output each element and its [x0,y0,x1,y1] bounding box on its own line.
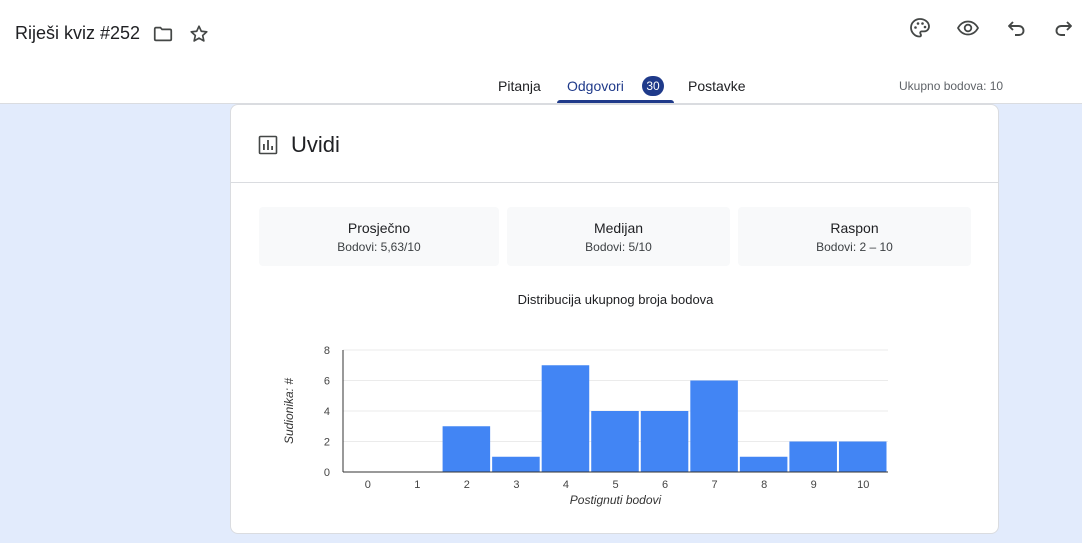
eye-icon[interactable] [955,15,981,41]
stat-label: Raspon [830,220,879,236]
bar-chart-icon [258,135,278,160]
tab-questions[interactable]: Pitanja [498,78,541,94]
x-tick-label: 2 [464,479,470,491]
bar-score-9 [789,441,837,472]
stat-label: Medijan [593,220,644,236]
responses-count-badge: 30 [642,76,664,96]
x-tick-label: 6 [662,479,668,491]
insights-card: Uvidi Prosječno Bodovi: 5,63/10 Medijan … [230,104,999,534]
score-distribution-chart: 0 2 4 6 8 0 1 2 3 4 5 6 7 8 9 10 Sudionika: # Postignut… [282,345,888,507]
palette-icon[interactable] [907,15,933,41]
y-tick-label: 6 [324,376,330,388]
x-tick-label: 0 [365,479,371,491]
bar-score-8 [739,456,788,472]
active-tab-indicator [557,100,674,103]
x-axis-label: Postignuti bodovi [570,493,662,507]
insights-title: Uvidi [291,132,340,157]
x-tick-label: 7 [712,479,718,491]
bar-score-6 [640,411,689,472]
x-tick-label: 3 [513,479,519,491]
stat-value: Bodovi: 5,63/10 [337,240,421,254]
bar-score-2 [442,426,491,472]
x-tick-label: 4 [563,479,569,491]
top-bar: Riješi kviz #252 Pitanja Odgovori 30 Pos… [0,0,1082,104]
star-icon[interactable] [188,23,210,45]
chart-title: Distribucija ukupnog broja bodova [517,292,714,307]
stat-label: Prosječno [347,220,411,236]
document-title[interactable]: Riješi kviz #252 [15,23,140,44]
x-tick-label: 1 [414,479,420,491]
stat-range: Raspon Bodovi: 2 – 10 [738,207,971,266]
y-axis-label: Sudionika: # [282,378,296,444]
undo-icon[interactable] [1003,15,1029,41]
stat-value: Bodovi: 2 – 10 [816,240,893,254]
folder-icon[interactable] [152,23,174,45]
x-tick-label: 5 [612,479,618,491]
bar-score-4 [541,365,590,472]
y-tick-label: 2 [324,437,330,449]
y-tick-label: 8 [324,345,330,357]
stat-value: Bodovi: 5/10 [585,240,652,254]
stat-median: Medijan Bodovi: 5/10 [507,207,730,266]
stat-average: Prosječno Bodovi: 5,63/10 [259,207,499,266]
bar-score-10 [838,441,887,472]
y-tick-label: 0 [324,467,330,479]
bar-score-3 [492,456,540,472]
bar-score-7 [690,380,738,472]
bar-score-5 [591,411,639,472]
redo-icon[interactable] [1051,15,1077,41]
card-divider [231,182,998,183]
tab-settings[interactable]: Postavke [688,78,746,94]
x-tick-label: 8 [761,479,767,491]
tab-responses[interactable]: Odgovori [567,78,624,94]
x-tick-label: 9 [811,479,817,491]
x-tick-label: 10 [857,479,869,491]
total-points: Ukupno bodova: 10 [899,79,1004,93]
y-tick-label: 4 [324,406,330,418]
